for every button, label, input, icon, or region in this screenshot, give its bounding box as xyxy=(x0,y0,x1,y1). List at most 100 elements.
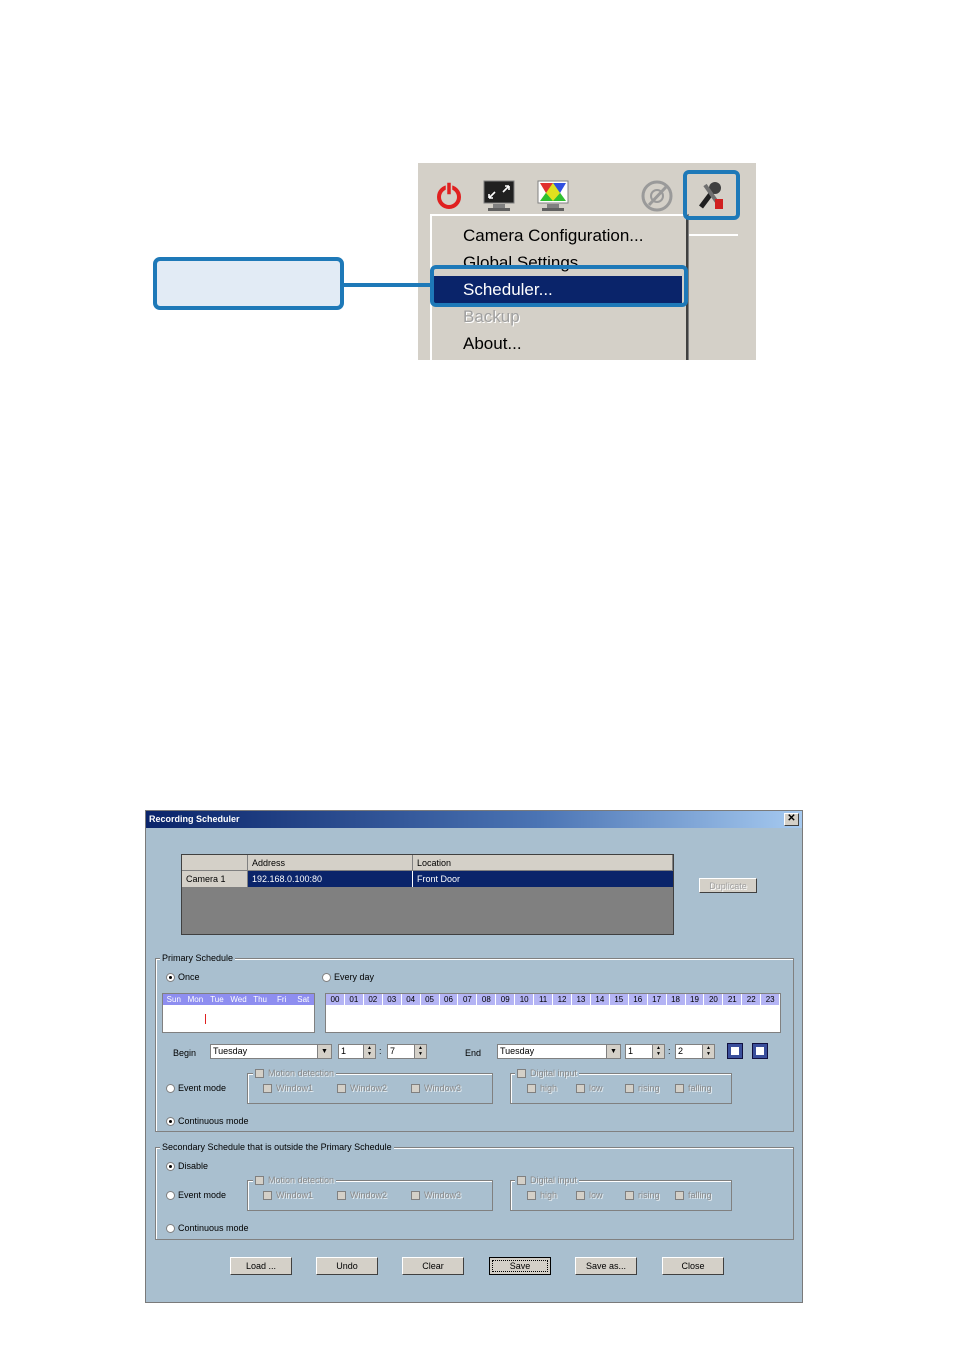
secondary-continuous-mode-radio[interactable]: Continuous mode xyxy=(166,1223,249,1233)
end-hour-stepper[interactable]: 1 ▲ ▼ xyxy=(625,1044,665,1059)
menu-item-backup: Backup xyxy=(463,307,520,326)
primary-falling-checkbox: falling xyxy=(675,1083,712,1093)
title-bar: Recording Scheduler ✕ xyxy=(146,811,802,828)
day-sun[interactable]: Sun xyxy=(163,994,185,1005)
spin-arrows-icon[interactable]: ▲ ▼ xyxy=(702,1045,714,1058)
hour-cell[interactable]: 14 xyxy=(590,994,609,1005)
table-header-blank xyxy=(182,855,248,871)
table-cell-location[interactable]: Front Door xyxy=(413,871,673,887)
hour-cell[interactable]: 10 xyxy=(515,994,534,1005)
tools-highlight-box xyxy=(683,170,740,220)
hour-cell[interactable]: 05 xyxy=(420,994,439,1005)
day-wed[interactable]: Wed xyxy=(228,994,250,1005)
menu-item-about[interactable]: About... xyxy=(434,330,682,357)
primary-low-checkbox: low xyxy=(576,1083,603,1093)
primary-continuous-mode-radio[interactable]: Continuous mode xyxy=(166,1116,249,1126)
hour-selector[interactable]: 00 01 02 03 04 05 06 07 08 09 10 11 12 13 14 15 16 17 18 19… xyxy=(325,993,781,1033)
begin-minute-stepper[interactable]: 7 ▲ ▼ xyxy=(387,1044,427,1059)
end-colon: : xyxy=(668,1046,671,1056)
hour-cell[interactable]: 23 xyxy=(761,994,780,1005)
secondary-disable-radio[interactable]: Disable xyxy=(166,1161,208,1171)
recording-scheduler-dialog: Recording Scheduler ✕ Address Location C… xyxy=(145,810,803,1303)
hour-cell[interactable]: 18 xyxy=(666,994,685,1005)
fullscreen-monitor-icon[interactable] xyxy=(481,179,517,213)
secondary-falling-checkbox: falling xyxy=(675,1190,712,1200)
once-radio[interactable]: Once xyxy=(166,972,200,982)
hour-cell[interactable]: 08 xyxy=(477,994,496,1005)
hour-cell[interactable]: 00 xyxy=(326,994,344,1005)
color-monitor-icon[interactable] xyxy=(535,179,571,213)
hour-cell[interactable]: 07 xyxy=(458,994,477,1005)
primary-high-checkbox: high xyxy=(527,1083,557,1093)
every-day-radio[interactable]: Every day xyxy=(322,972,374,982)
hour-cell[interactable]: 01 xyxy=(344,994,363,1005)
begin-day-select[interactable]: Tuesday ▼ xyxy=(210,1044,332,1059)
end-day-select[interactable]: Tuesday ▼ xyxy=(497,1044,621,1059)
day-thu[interactable]: Thu xyxy=(249,994,271,1005)
hour-cell[interactable]: 16 xyxy=(628,994,647,1005)
end-label: End xyxy=(465,1048,482,1058)
chevron-down-icon[interactable]: ▼ xyxy=(606,1045,620,1058)
primary-window3-checkbox: Window3 xyxy=(411,1083,461,1093)
secondary-window2-checkbox: Window2 xyxy=(337,1190,387,1200)
day-fri[interactable]: Fri xyxy=(271,994,293,1005)
hour-cell[interactable]: 11 xyxy=(534,994,553,1005)
close-icon[interactable]: ✕ xyxy=(784,813,799,826)
primary-motion-checkbox: Motion detection xyxy=(253,1068,337,1078)
hour-cell[interactable]: 13 xyxy=(571,994,590,1005)
begin-hour-stepper[interactable]: 1 ▲ ▼ xyxy=(338,1044,376,1059)
hour-cell[interactable]: 04 xyxy=(401,994,420,1005)
scheduler-highlight-box xyxy=(430,265,688,307)
hour-cell[interactable]: 19 xyxy=(685,994,704,1005)
secondary-digital-checkbox: Digital input xyxy=(515,1175,580,1185)
hour-cell[interactable]: 12 xyxy=(553,994,571,1005)
end-minute-stepper[interactable]: 2 ▲ ▼ xyxy=(675,1044,715,1059)
primary-event-mode-radio[interactable]: Event mode xyxy=(166,1083,226,1093)
callout-box xyxy=(153,257,344,310)
hour-cell[interactable]: 06 xyxy=(439,994,458,1005)
day-tue[interactable]: Tue xyxy=(206,994,228,1005)
apply-schedule-icon[interactable] xyxy=(727,1043,743,1059)
chevron-down-icon[interactable]: ▼ xyxy=(317,1045,331,1058)
spin-arrows-icon[interactable]: ▲ ▼ xyxy=(652,1045,664,1058)
secondary-event-mode-radio[interactable]: Event mode xyxy=(166,1190,226,1200)
playback-disabled-icon xyxy=(641,180,673,212)
hour-cell[interactable]: 17 xyxy=(647,994,666,1005)
begin-colon: : xyxy=(379,1046,382,1056)
table-header-address[interactable]: Address xyxy=(248,855,413,871)
spin-arrows-icon[interactable]: ▲ ▼ xyxy=(363,1045,375,1058)
hour-cell[interactable]: 15 xyxy=(609,994,628,1005)
clear-button[interactable]: Clear xyxy=(402,1257,464,1275)
camera-table: Address Location Camera 1 192.168.0.100:… xyxy=(181,854,674,935)
hour-cell[interactable]: 20 xyxy=(704,994,723,1005)
hour-cell[interactable]: 02 xyxy=(363,994,382,1005)
dialog-title: Recording Scheduler xyxy=(149,814,240,824)
close-button[interactable]: Close xyxy=(662,1257,724,1275)
add-schedule-icon[interactable] xyxy=(752,1043,768,1059)
day-selector[interactable]: Sun Mon Tue Wed Thu Fri Sat xyxy=(162,993,315,1033)
duplicate-button: Duplicate xyxy=(699,878,757,893)
power-icon[interactable] xyxy=(434,179,464,213)
secondary-rising-checkbox: rising xyxy=(625,1190,660,1200)
spin-arrows-icon[interactable]: ▲ ▼ xyxy=(414,1045,426,1058)
primary-digital-checkbox: Digital input xyxy=(515,1068,580,1078)
save-button[interactable]: Save xyxy=(489,1257,551,1275)
save-as-button[interactable]: Save as... xyxy=(575,1257,637,1275)
menu-item-camera-configuration[interactable]: Camera Configuration... xyxy=(434,222,682,249)
table-row-camera-name[interactable]: Camera 1 xyxy=(182,871,248,887)
day-sat[interactable]: Sat xyxy=(292,994,314,1005)
table-cell-address[interactable]: 192.168.0.100:80 xyxy=(248,871,413,887)
day-marker xyxy=(205,1014,206,1024)
hour-cell[interactable]: 03 xyxy=(382,994,401,1005)
secondary-window3-checkbox: Window3 xyxy=(411,1190,461,1200)
load-button[interactable]: Load ... xyxy=(230,1257,292,1275)
side-panel xyxy=(686,234,738,360)
table-header-location[interactable]: Location xyxy=(413,855,673,871)
primary-rising-checkbox: rising xyxy=(625,1083,660,1093)
undo-button[interactable]: Undo xyxy=(316,1257,378,1275)
day-mon[interactable]: Mon xyxy=(185,994,207,1005)
begin-label: Begin xyxy=(173,1048,197,1058)
hour-cell[interactable]: 09 xyxy=(496,994,515,1005)
hour-cell[interactable]: 22 xyxy=(742,994,761,1005)
hour-cell[interactable]: 21 xyxy=(723,994,742,1005)
